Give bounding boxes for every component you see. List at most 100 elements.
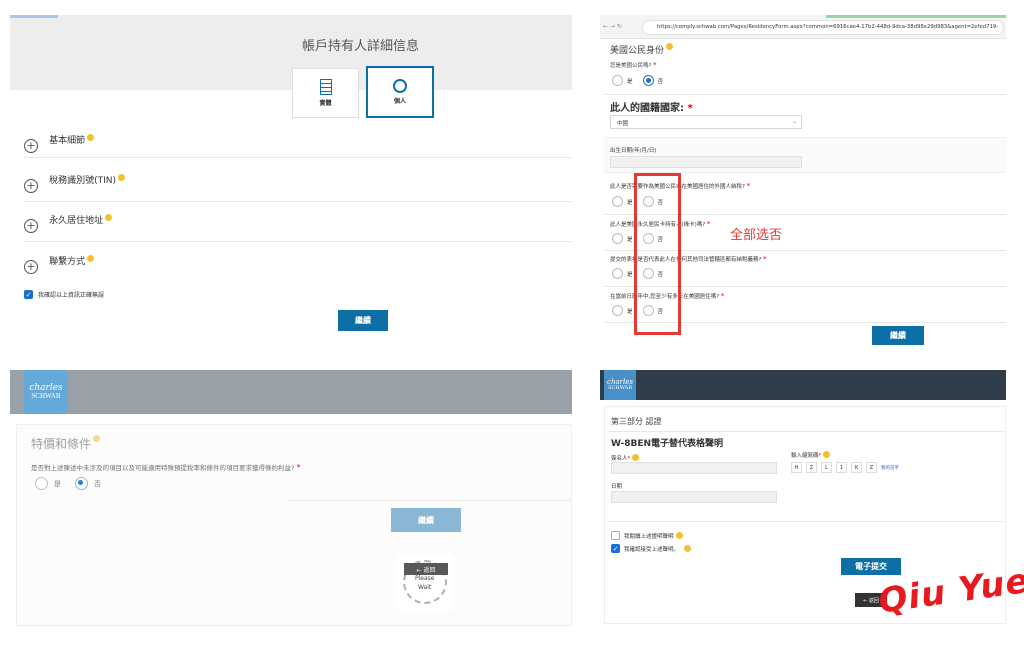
initials-link[interactable]: 我的首字 (881, 465, 899, 471)
info-icon (93, 435, 101, 442)
browser-bar: ← → ↻ https://comply.schwab.com/Pages/Re… (600, 15, 1006, 39)
info-icon (105, 214, 113, 221)
annotation-text: 全部选否 (730, 228, 783, 243)
person-icon (393, 79, 407, 93)
info-icon (87, 255, 95, 262)
expand-plus-icon: + (24, 138, 38, 153)
info-icon (684, 545, 692, 552)
address-bar[interactable]: https://comply.schwab.com/Pages/Residenc… (642, 20, 1004, 35)
schwab-header (600, 370, 1006, 400)
continue-button[interactable]: 繼續 (391, 508, 461, 532)
q3-yes-radio[interactable] (612, 268, 623, 279)
expand-plus-icon: + (24, 218, 38, 233)
content-card: 特價和條件 是否對上述陳述中未涉及的項目以及可能適用特殊預提稅率和條件的項目要求… (16, 424, 572, 626)
expand-plus-icon: + (24, 259, 38, 274)
signer-input[interactable] (611, 462, 777, 474)
dob-input[interactable] (610, 156, 802, 168)
confirm-checkbox[interactable]: ✓ (24, 290, 33, 299)
section-label: 聯繫方式 (49, 257, 86, 267)
part-heading: 第三部分 認證 (611, 417, 662, 426)
dob-label: 出生日期(年/月/日) (610, 148, 657, 154)
page-header (10, 15, 572, 90)
info-icon (823, 451, 831, 458)
info-icon (675, 532, 683, 539)
chevron-down-icon: ⌄ (791, 118, 797, 125)
treaty-yes-radio[interactable] (35, 477, 48, 490)
us-citizenship-heading: 美國公民身份 (610, 43, 674, 56)
read-statement-row: 我閱讀上述證明聲明 (611, 531, 683, 540)
date-input[interactable] (611, 491, 777, 503)
nationality-select[interactable]: 中國 ⌄ (610, 115, 802, 129)
tab-entity-label: 實體 (319, 100, 332, 107)
divider (609, 521, 1005, 522)
nationality-value: 中國 (617, 121, 629, 127)
citizen-options: 是 否 (612, 75, 663, 86)
q4-yes-radio[interactable] (612, 305, 623, 316)
schwab-logo: charles SCHWAB (24, 370, 68, 414)
please-text: Please (415, 575, 435, 582)
section-basic-details[interactable]: + 基本細節 (24, 134, 572, 158)
schwab-logo: charles SCHWAB (604, 370, 636, 400)
tab-highlight (826, 15, 1006, 18)
initial-box[interactable]: Z (806, 462, 817, 473)
page-title: 帳戶持有人詳細信息 (302, 39, 420, 54)
section-label: 稅務識別號(TIN) (49, 176, 117, 186)
confirm-statement-checkbox[interactable]: ✓ (611, 544, 620, 553)
initial-box[interactable]: L (821, 462, 832, 473)
confirm-text: 我確認以上資訊正確無誤 (38, 292, 105, 299)
initial-box[interactable]: 1 (836, 462, 847, 473)
annotation-red-box (634, 173, 681, 335)
url-text: https://comply.schwab.com/Pages/Residenc… (657, 24, 999, 30)
q2-yes-radio[interactable] (612, 233, 623, 244)
info-icon (118, 174, 126, 181)
date-label: 日期 (611, 484, 623, 490)
treaty-no-radio[interactable] (75, 477, 88, 490)
info-icon (87, 134, 95, 141)
section-permanent-address[interactable]: + 永久居住地址 (24, 214, 572, 242)
initials-label: 輸入縮寫碼* (791, 451, 831, 459)
panel-residency-form: ← → ↻ https://comply.schwab.com/Pages/Re… (600, 15, 1006, 350)
continue-button[interactable]: 繼續 (338, 310, 388, 331)
initials-boxes: H Z L 1 K Z 我的首字 (791, 462, 899, 473)
divider (609, 431, 1005, 432)
q1-yes-radio[interactable] (612, 196, 623, 207)
confirm-row: ✓ 我確認以上資訊正確無誤 (24, 290, 104, 299)
nav-arrows[interactable]: ← → ↻ (603, 23, 622, 30)
continue-button[interactable]: 繼續 (872, 326, 924, 345)
schwab-header (10, 370, 572, 414)
page-title: 特價和條件 (31, 435, 101, 452)
read-statement-checkbox[interactable] (611, 531, 620, 540)
citizen-no-radio[interactable] (642, 75, 654, 86)
section-tin[interactable]: + 稅務識別號(TIN) (24, 174, 572, 202)
q-citizen: 您是美國公民嗎? * (610, 61, 657, 69)
divider (287, 500, 572, 501)
treaty-question: 是否對上述陳述中未涉及的項目以及可能適用特殊預提稅率和條件的項目要求獲得條約利益… (31, 463, 301, 472)
building-icon (319, 79, 332, 95)
initial-box[interactable]: H (791, 462, 802, 473)
nationality-label: 此人的國籍國家: * (610, 103, 693, 114)
signer-label: 簽名人* (611, 454, 640, 462)
section-label: 基本細節 (49, 136, 86, 146)
dob-section: 出生日期(年/月/日) (604, 137, 1006, 173)
divider (604, 94, 1006, 95)
tab-individual-label: 個人 (393, 98, 406, 105)
wait-text: Wait (418, 584, 432, 591)
top-accent-line (10, 15, 58, 18)
form-title: W-8BEN電子替代表格聲明 (611, 439, 724, 449)
tab-entity[interactable]: 實體 (292, 68, 359, 118)
panel-account-holder-details: 帳戶持有人詳細信息 實體 個人 + 基本細節 + 稅務識別號(TIN) + 永久… (10, 15, 572, 351)
expand-plus-icon: + (24, 178, 38, 193)
tab-individual[interactable]: 個人 (366, 66, 434, 118)
info-icon (632, 454, 640, 461)
panel-special-terms: charles SCHWAB 特價和條件 是否對上述陳述中未涉及的項目以及可能適… (10, 370, 572, 626)
info-icon (666, 43, 674, 50)
confirm-statement-row: ✓ 我確認接受上述聲明。 (611, 544, 692, 553)
back-button[interactable]: ← 返回 (404, 563, 448, 575)
section-label: 永久居住地址 (49, 216, 104, 226)
initial-box[interactable]: K (851, 462, 862, 473)
initial-box[interactable]: Z (866, 462, 877, 473)
e-submit-button[interactable]: 電子提交 (841, 558, 901, 575)
section-contact[interactable]: + 聯繫方式 (24, 255, 572, 279)
loading-overlay: ← 返回 Please Wait (397, 555, 453, 611)
citizen-yes-radio[interactable] (612, 75, 623, 86)
